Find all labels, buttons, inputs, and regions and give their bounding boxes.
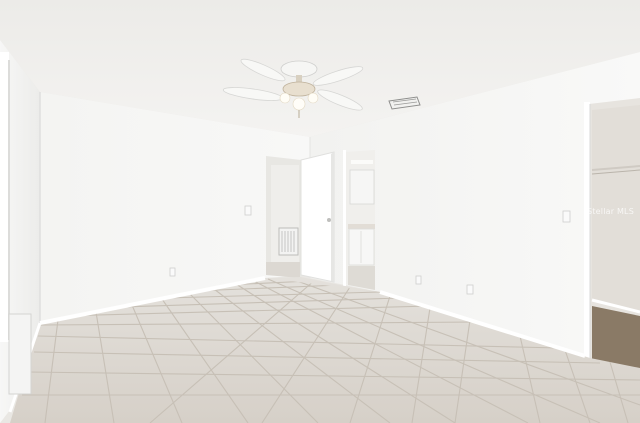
room-illustration <box>0 0 640 423</box>
light-switch-back-wall[interactable] <box>244 205 252 216</box>
bath-mirror <box>349 169 375 205</box>
fan-light-center <box>292 97 306 111</box>
vanity-cabinet <box>348 228 375 266</box>
fan-light-left <box>279 92 291 104</box>
outlet-right-wall-2 <box>466 284 474 295</box>
fan-light-right <box>307 92 319 104</box>
fan-canopy <box>280 60 318 78</box>
door-knob[interactable] <box>327 218 331 222</box>
watermark-text: Stellar MLS <box>587 207 634 216</box>
closet-door-frame <box>584 102 590 362</box>
window-edge <box>8 60 10 340</box>
light-switch-right-wall[interactable] <box>562 210 571 223</box>
wall-heater-unit <box>8 313 32 395</box>
door-panel-shadow <box>331 152 334 282</box>
open-door[interactable] <box>300 151 335 283</box>
outlet-right-wall-1 <box>415 275 422 285</box>
bath-door-frame <box>343 150 346 286</box>
room-photo: Stellar MLS <box>0 0 640 423</box>
window-frame <box>0 52 9 342</box>
vanity-counter <box>348 224 375 229</box>
outlet-back-wall <box>169 267 176 277</box>
bath-light-bar <box>351 160 373 164</box>
